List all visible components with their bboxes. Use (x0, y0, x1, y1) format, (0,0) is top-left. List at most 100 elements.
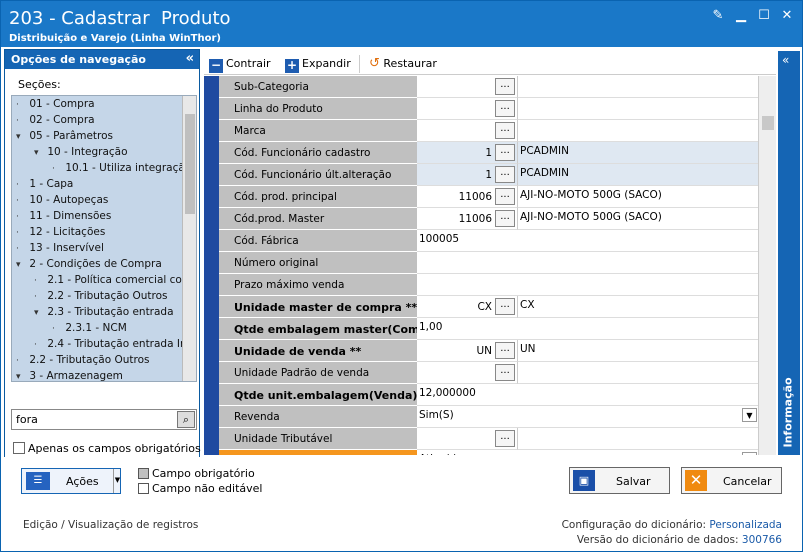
lookup-button[interactable]: ... (495, 188, 515, 205)
field-value[interactable]: 11006... (417, 186, 518, 208)
save-button[interactable]: ▣ Salvar (569, 467, 670, 494)
field-value[interactable]: ... (417, 362, 518, 384)
restore-button[interactable]: ↺ Restaurar (359, 55, 437, 73)
grid-row[interactable]: Fora de linhaAtivo( ) ▼ (219, 450, 759, 455)
expand-toggle-icon[interactable]: ▾ (34, 145, 44, 161)
tree-scrollbar[interactable] (182, 96, 196, 381)
field-description-text: UN (520, 343, 536, 355)
info-panel[interactable]: « Informação (778, 51, 800, 455)
tree-item[interactable]: · 2.4 - Tributação entrada In (34, 336, 187, 352)
version-value: 300766 (741, 534, 782, 546)
tree-item[interactable]: · 02 - Compra (16, 112, 95, 128)
tree-item[interactable]: ▾ 05 - Parâmetros (16, 128, 113, 144)
tree-item[interactable]: · 2.2 - Tributação Outros (34, 288, 167, 304)
search-box[interactable]: fora ⌕ (11, 409, 197, 430)
field-value[interactable]: ... (417, 120, 518, 142)
grid-row[interactable]: Qtde unit.embalagem(Venda) ** 12,000000 (219, 384, 759, 406)
collapse-button[interactable]: − Contrair (209, 55, 271, 73)
tree-item[interactable]: ▾ 3 - Armazenagem (16, 368, 123, 381)
field-value[interactable]: 12,000000 (417, 384, 759, 406)
scrollbar-thumb[interactable] (185, 114, 195, 214)
actions-button[interactable]: ☰ Ações ▼ (21, 468, 121, 494)
cancel-button[interactable]: ✕ Cancelar (681, 467, 782, 494)
grid-row[interactable]: Unidade Tributável... (219, 428, 759, 450)
tree-item[interactable]: ▾ 2.3 - Tributação entrada (34, 304, 174, 320)
collapse-left-icon[interactable]: « (186, 51, 194, 66)
search-icon[interactable]: ⌕ (177, 411, 195, 428)
field-value[interactable]: Sim(S) ▼ (417, 406, 759, 428)
field-value[interactable]: 11006... (417, 208, 518, 230)
lookup-button[interactable]: ... (495, 298, 515, 315)
tree-item[interactable]: · 01 - Compra (16, 96, 95, 112)
grid-row[interactable]: Unidade master de compra ** CX... CX (219, 296, 759, 318)
tree-item[interactable]: · 13 - Inservível (16, 240, 104, 256)
expand-button[interactable]: + Expandir (285, 55, 351, 73)
tree-item[interactable]: · 10 - Autopeças (16, 192, 108, 208)
lookup-button[interactable]: ... (495, 100, 515, 117)
chevron-down-icon[interactable]: ▼ (113, 469, 121, 493)
lookup-button[interactable]: ... (495, 342, 515, 359)
grid-row[interactable]: Cód. Fábrica 100005 (219, 230, 759, 252)
tree-item[interactable]: · 2.3.1 - NCM (52, 320, 127, 336)
lookup-button[interactable]: ... (495, 430, 515, 447)
config-value[interactable]: Personalizada (709, 519, 782, 531)
sections-tree[interactable]: · 01 - Compra · 02 - Compra ▾ 05 - Parâmet… (11, 95, 197, 382)
expand-toggle-icon[interactable]: ▾ (16, 129, 26, 145)
chevron-down-icon[interactable]: ▼ (742, 452, 757, 455)
lookup-button[interactable]: ... (495, 210, 515, 227)
lookup-button[interactable]: ... (495, 122, 515, 139)
lookup-button[interactable]: ... (495, 144, 515, 161)
field-value[interactable]: 1... (417, 142, 518, 164)
field-value[interactable]: 1... (417, 164, 518, 186)
grid-row[interactable]: Número original (219, 252, 759, 274)
chevron-down-icon[interactable]: ▼ (742, 408, 757, 422)
grid-row[interactable]: Cód. Funcionário últ.alteração 1... PCADMI… (219, 164, 759, 186)
field-value[interactable] (417, 252, 759, 274)
grid-row[interactable]: Cód.prod. Master 11006... AJI-NO-MOTO 500G… (219, 208, 759, 230)
field-value[interactable]: 1,00 (417, 318, 759, 340)
grid-row[interactable]: Unidade Padrão de venda... (219, 362, 759, 384)
lookup-button[interactable]: ... (495, 364, 515, 381)
maximize-icon[interactable]: ☐ (755, 7, 773, 25)
field-value[interactable]: UN... (417, 340, 518, 362)
field-value[interactable]: ... (417, 98, 518, 120)
close-icon[interactable]: ✕ (778, 7, 796, 25)
expand-toggle-icon[interactable]: ▾ (16, 369, 26, 381)
field-value[interactable]: CX... (417, 296, 518, 318)
required-only-checkbox[interactable]: Apenas os campos obrigatórios (13, 442, 201, 455)
field-value[interactable]: Ativo( ) ▼ (417, 450, 759, 455)
grid-row[interactable]: Sub-Categoria... (219, 76, 759, 98)
tree-item[interactable]: · 2.1 - Política comercial com (34, 272, 192, 288)
tree-item[interactable]: ▾ 2 - Condições de Compra (16, 256, 162, 272)
grid-row[interactable]: Qtde embalagem master(Comp 1,00 (219, 318, 759, 340)
grid-row[interactable]: Cód. Funcionário cadastro 1... PCADMIN (219, 142, 759, 164)
expand-toggle-icon[interactable]: ▾ (34, 305, 44, 321)
grid-row[interactable]: Marca... (219, 120, 759, 142)
field-value[interactable]: ... (417, 76, 518, 98)
expand-toggle-icon[interactable]: ▾ (16, 257, 26, 273)
tree-item[interactable]: ▾ 10 - Integração (34, 144, 128, 160)
field-label: Qtde embalagem master(Comp (219, 318, 417, 340)
search-input[interactable]: fora (16, 413, 38, 426)
collapse-right-icon[interactable]: « (782, 53, 789, 67)
grid-row[interactable]: Prazo máximo venda (219, 274, 759, 296)
field-value[interactable] (417, 274, 759, 296)
checkbox-icon[interactable] (13, 442, 25, 454)
field-value[interactable]: 100005 (417, 230, 759, 252)
lookup-button[interactable]: ... (495, 166, 515, 183)
grid-row[interactable]: Revenda Sim(S) ▼ (219, 406, 759, 428)
edit-icon[interactable]: ✎ (709, 7, 727, 25)
grid-row[interactable]: Unidade de venda ** UN... UN (219, 340, 759, 362)
lookup-button[interactable]: ... (495, 78, 515, 95)
tree-item[interactable]: · 11 - Dimensões (16, 208, 111, 224)
minimize-icon[interactable]: ▁ (732, 7, 750, 25)
tree-item[interactable]: · 10.1 - Utiliza integraçã (52, 160, 185, 176)
tree-item[interactable]: · 12 - Licitações (16, 224, 105, 240)
tree-item[interactable]: · 2.2 - Tributação Outros (16, 352, 149, 368)
grid-scrollbar[interactable] (758, 76, 776, 455)
field-value[interactable]: ... (417, 428, 518, 450)
tree-item[interactable]: · 1 - Capa (16, 176, 73, 192)
scrollbar-thumb[interactable] (762, 116, 774, 130)
grid-row[interactable]: Linha do Produto... (219, 98, 759, 120)
grid-row[interactable]: Cód. prod. principal 11006... AJI-NO-MOTO … (219, 186, 759, 208)
